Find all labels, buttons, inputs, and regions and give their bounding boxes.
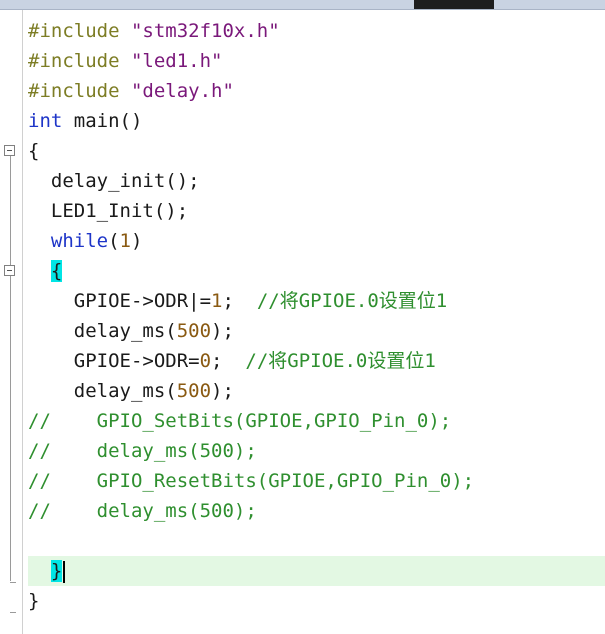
code-line[interactable]: // GPIO_ResetBits(GPIOE,GPIO_Pin_0); <box>28 466 605 496</box>
code-line[interactable]: // delay_ms(500); <box>28 496 605 526</box>
code-token: 500 <box>176 320 212 342</box>
fold-collapse-icon[interactable] <box>4 145 15 156</box>
code-token: delay_ms( <box>28 380 177 402</box>
code-token: ( <box>108 230 120 252</box>
code-line[interactable]: delay_ms(500); <box>28 316 605 346</box>
text-caret <box>63 560 66 583</box>
code-token: delay_init(); <box>28 170 200 192</box>
code-token: int <box>28 110 63 132</box>
code-token: ) <box>131 230 143 252</box>
code-line[interactable]: // delay_ms(500); <box>28 436 605 466</box>
code-token: GPIOE->ODR= <box>28 350 200 372</box>
code-line[interactable]: } <box>28 586 605 616</box>
code-token: #include <box>28 80 131 102</box>
code-token: // delay_ms(500); <box>28 500 257 522</box>
editor-tab[interactable] <box>414 0 494 9</box>
code-line[interactable]: { <box>28 256 605 286</box>
code-line[interactable]: #include "led1.h" <box>28 46 605 76</box>
code-token: //将GPIOE.0设置位1 <box>256 290 448 312</box>
code-token: main() <box>62 110 143 132</box>
code-token: // delay_ms(500); <box>28 440 257 462</box>
matched-brace: } <box>50 560 63 582</box>
fold-end-marker <box>10 582 16 583</box>
code-line[interactable]: delay_init(); <box>28 166 605 196</box>
code-line[interactable]: while(1) <box>28 226 605 256</box>
code-line[interactable]: } <box>28 556 605 586</box>
fold-guide-line <box>10 156 11 581</box>
code-line[interactable]: #include "stm32f10x.h" <box>28 16 605 46</box>
code-token: // GPIO_ResetBits(GPIOE,GPIO_Pin_0); <box>28 470 475 492</box>
code-line[interactable]: GPIOE->ODR|=1; //将GPIOE.0设置位1 <box>28 286 605 316</box>
code-token: "delay.h" <box>130 80 234 102</box>
code-editor-window: #include "stm32f10x.h" #include "led1.h" #… <box>0 0 605 634</box>
code-line[interactable] <box>28 526 605 556</box>
code-line[interactable]: LED1_Init(); <box>28 196 605 226</box>
code-line[interactable]: #include "delay.h" <box>28 76 605 106</box>
code-line[interactable]: int main() <box>28 106 605 136</box>
code-token: 0 <box>199 350 212 372</box>
code-token: "led1.h" <box>130 50 223 72</box>
code-token: delay_ms( <box>28 320 177 342</box>
code-token: ); <box>211 320 234 342</box>
code-line[interactable]: delay_ms(500); <box>28 376 605 406</box>
code-token: ); <box>211 380 234 402</box>
code-token: //将GPIOE.0设置位1 <box>245 350 436 372</box>
code-token: ; <box>222 290 257 312</box>
code-token: #include <box>28 20 131 42</box>
code-token: 1 <box>211 290 223 312</box>
code-line[interactable]: // GPIO_SetBits(GPIOE,GPIO_Pin_0); <box>28 406 605 436</box>
fold-end-marker <box>10 612 16 613</box>
matched-brace: { <box>50 260 63 282</box>
fold-collapse-icon[interactable] <box>4 265 15 276</box>
code-line[interactable]: GPIOE->ODR=0; //将GPIOE.0设置位1 <box>28 346 605 376</box>
editor-gutter <box>0 10 23 634</box>
code-token: ; <box>211 350 246 372</box>
code-text-area[interactable]: #include "stm32f10x.h" #include "led1.h" #… <box>28 16 605 616</box>
code-token: GPIOE->ODR|= <box>28 290 212 312</box>
code-token: while <box>50 230 109 252</box>
code-token: #include <box>28 50 131 72</box>
code-token: "stm32f10x.h" <box>130 20 280 42</box>
code-token: // GPIO_SetBits(GPIOE,GPIO_Pin_0); <box>28 410 452 432</box>
code-line[interactable]: { <box>28 136 605 166</box>
editor-tab-bar <box>0 0 605 10</box>
code-token: LED1_Init(); <box>28 200 189 222</box>
code-token: { <box>28 140 40 162</box>
code-token: 1 <box>119 230 131 252</box>
code-token: } <box>28 590 40 612</box>
code-token: 500 <box>176 380 212 402</box>
